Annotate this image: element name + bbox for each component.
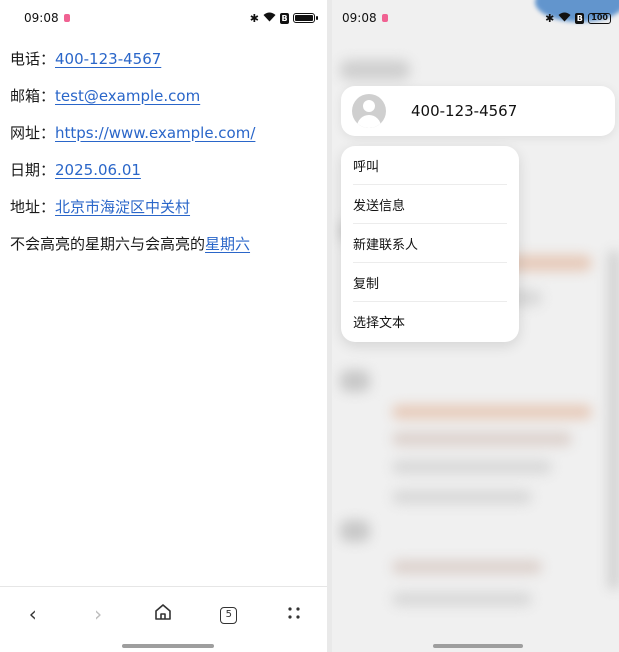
date-link[interactable]: 2025.06.01 bbox=[55, 161, 141, 179]
phone-link[interactable]: 400-123-4567 bbox=[55, 50, 161, 68]
avatar-icon bbox=[352, 94, 386, 128]
notification-dot-icon bbox=[381, 14, 388, 22]
contact-preview-card[interactable]: 400-123-4567 bbox=[341, 86, 615, 136]
contact-number: 400-123-4567 bbox=[411, 102, 518, 120]
context-menu: 呼叫 发送信息 新建联系人 复制 选择文本 bbox=[341, 146, 519, 342]
wifi-icon bbox=[263, 12, 276, 25]
wifi-icon bbox=[558, 11, 571, 25]
email-line: 邮箱： test@example.com bbox=[10, 77, 321, 114]
address-line: 地址： 北京市海淀区中关村 bbox=[10, 188, 321, 225]
menu-item-new-contact[interactable]: 新建联系人 bbox=[353, 224, 507, 263]
date-label: 日期： bbox=[10, 161, 56, 179]
email-link[interactable]: test@example.com bbox=[55, 87, 200, 105]
status-bar: 09:08 ✱ B bbox=[0, 0, 327, 36]
forward-icon[interactable]: › bbox=[78, 602, 118, 626]
url-line: 网址： https://www.example.com/ bbox=[10, 114, 321, 151]
status-time: 09:08 bbox=[24, 11, 70, 25]
sim-icon: B bbox=[280, 12, 289, 24]
home-indicator[interactable] bbox=[433, 644, 523, 648]
bluetooth-icon: ✱ bbox=[545, 11, 555, 25]
email-label: 邮箱： bbox=[10, 87, 56, 105]
back-icon[interactable]: ‹ bbox=[13, 602, 53, 626]
status-bar: 09:08 ✱ B 100 bbox=[332, 0, 619, 36]
page-content: 电话： 400-123-4567 邮箱： test@example.com 网址… bbox=[10, 40, 321, 262]
address-label: 地址： bbox=[10, 198, 56, 216]
phone-line: 电话： 400-123-4567 bbox=[10, 40, 321, 77]
battery-icon bbox=[293, 13, 318, 23]
status-icons: ✱ B bbox=[249, 11, 318, 25]
left-screen: 09:08 ✱ B 电话： 400-123-4567 邮箱： test@exam… bbox=[0, 0, 327, 652]
weekday-link[interactable]: 星期六 bbox=[205, 233, 250, 254]
more-icon[interactable] bbox=[274, 602, 314, 626]
tabs-button[interactable]: 5 bbox=[209, 602, 249, 626]
date-line: 日期： 2025.06.01 bbox=[10, 151, 321, 188]
home-icon[interactable] bbox=[143, 602, 183, 626]
phone-label: 电话： bbox=[10, 50, 56, 68]
menu-item-copy[interactable]: 复制 bbox=[353, 263, 507, 302]
notification-dot-icon bbox=[63, 14, 70, 22]
home-indicator[interactable] bbox=[122, 644, 214, 648]
toolbar-divider bbox=[0, 586, 327, 596]
status-time: 09:08 bbox=[342, 11, 388, 25]
url-link[interactable]: https://www.example.com/ bbox=[55, 124, 255, 142]
browser-toolbar: ‹ › 5 bbox=[0, 596, 327, 632]
menu-item-send-message[interactable]: 发送信息 bbox=[353, 185, 507, 224]
right-screen: 09:08 ✱ B 100 400-123-4567 呼叫 发送信息 新建联系人… bbox=[332, 0, 619, 652]
bluetooth-icon: ✱ bbox=[249, 11, 259, 25]
status-icons: ✱ B 100 bbox=[545, 11, 611, 25]
weekday-text: 不会高亮的星期六与会高亮的 bbox=[10, 235, 206, 253]
address-link[interactable]: 北京市海淀区中关村 bbox=[55, 196, 190, 217]
menu-item-select-text[interactable]: 选择文本 bbox=[353, 302, 507, 341]
weekday-line: 不会高亮的星期六与会高亮的 星期六 bbox=[10, 225, 321, 262]
battery-icon: 100 bbox=[588, 12, 611, 24]
url-label: 网址： bbox=[10, 124, 56, 142]
menu-item-call[interactable]: 呼叫 bbox=[353, 146, 507, 185]
tabs-count: 5 bbox=[220, 607, 238, 624]
sim-icon: B bbox=[575, 12, 585, 24]
